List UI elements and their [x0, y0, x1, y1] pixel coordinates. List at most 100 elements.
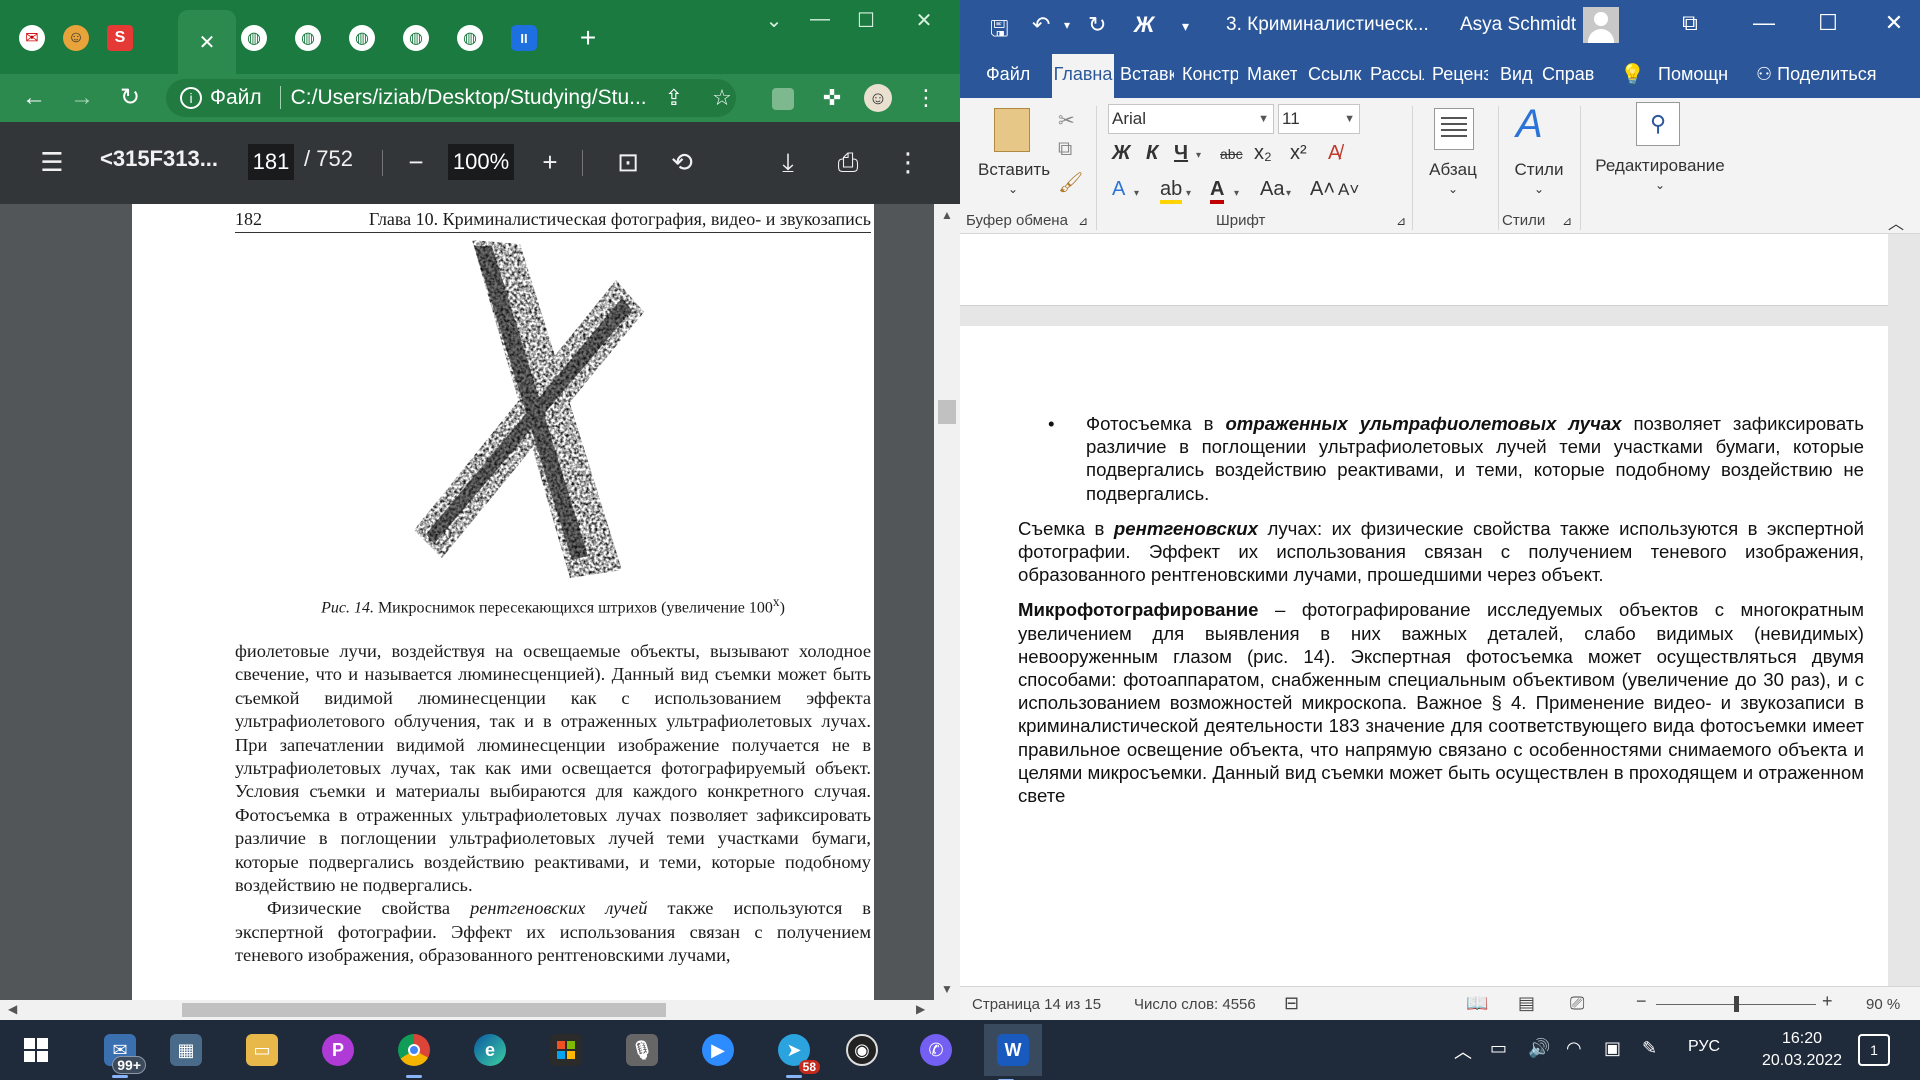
word-count-status[interactable]: Число слов: 4556	[1134, 996, 1256, 1013]
word-maximize-button[interactable]: ☐	[1808, 10, 1848, 36]
scrollbar-thumb[interactable]	[938, 400, 956, 424]
chrome-maximize-button[interactable]: ☐	[846, 8, 886, 33]
change-case-button[interactable]: Aa	[1260, 178, 1284, 201]
tab-globe-1[interactable]: ◍	[234, 18, 274, 58]
fit-page-icon[interactable]: ⊡	[608, 142, 648, 182]
print-layout-icon[interactable]: ▤	[1518, 993, 1535, 1014]
scroll-left-arrow-icon[interactable]: ◀	[8, 1002, 17, 1016]
scroll-right-arrow-icon[interactable]: ▶	[916, 1002, 925, 1016]
new-tab-button[interactable]: +	[568, 18, 608, 58]
pdf-page-input[interactable]: 181	[248, 144, 294, 180]
font-name-dropdown-icon[interactable]: ▼	[1258, 105, 1269, 133]
font-size-box[interactable]: 11 ▼	[1278, 104, 1360, 134]
underline-button[interactable]: Ч	[1174, 142, 1188, 165]
styles-button[interactable]: Стили	[1506, 160, 1572, 180]
forward-button[interactable]: →	[66, 82, 98, 114]
tab-globe-2[interactable]: ◍	[288, 18, 328, 58]
taskbar-telegram[interactable]: ➤ 58	[772, 1028, 820, 1078]
tab-review[interactable]: Реценз	[1432, 64, 1488, 85]
tray-overflow-icon[interactable]: ︿	[1454, 1038, 1472, 1064]
tab-view[interactable]: Вид	[1500, 64, 1534, 85]
tab-current-pdf[interactable]: ✕	[178, 10, 236, 74]
paste-clipboard-icon[interactable]	[994, 108, 1030, 152]
taskbar-zoom[interactable]: ▶	[696, 1028, 740, 1072]
taskbar-edge[interactable]: e	[468, 1028, 512, 1072]
editing-dropdown-icon[interactable]: ⌄	[1590, 178, 1730, 192]
chrome-menu-icon[interactable]: ⋮	[912, 84, 940, 112]
copy-icon[interactable]: ⧉	[1058, 138, 1072, 161]
pdf-more-icon[interactable]: ⋮	[888, 142, 928, 182]
share-button[interactable]: ⚇ Поделиться	[1756, 64, 1877, 85]
styles-launcher-icon[interactable]: ⊿	[1562, 214, 1572, 228]
focus-mode-icon[interactable]: ⊟	[1284, 993, 1299, 1014]
pdf-horizontal-scrollbar[interactable]: ◀ ▶	[0, 1000, 960, 1020]
tab-home[interactable]: Главна	[1052, 54, 1114, 98]
paste-dropdown-icon[interactable]: ⌄	[978, 182, 1048, 196]
taskbar-calculator[interactable]: ▦	[164, 1028, 208, 1072]
chrome-close-button[interactable]: ✕	[904, 8, 944, 33]
rotate-icon[interactable]: ⟲	[662, 142, 702, 182]
print-icon[interactable]: ⎙	[828, 142, 868, 182]
bookmark-star-icon[interactable]: ☆	[708, 84, 736, 112]
tab-globe-4[interactable]: ◍	[396, 18, 436, 58]
collapse-ribbon-icon[interactable]: ︿	[1888, 210, 1904, 234]
subscript-button[interactable]: x₂	[1254, 142, 1272, 165]
tab-mailings[interactable]: Рассыл	[1370, 64, 1424, 85]
tab-help[interactable]: Справ	[1542, 64, 1602, 85]
cut-icon[interactable]: ✂	[1058, 108, 1075, 133]
tab-yandex-mail[interactable]: ✉	[12, 18, 52, 58]
paste-button[interactable]: Вставить	[978, 160, 1050, 180]
font-color-icon[interactable]: A	[1210, 178, 1225, 204]
chrome-chevron-icon[interactable]: ⌄	[754, 8, 794, 33]
scrollbar-thumb[interactable]	[182, 1003, 666, 1017]
document-page[interactable]: Фотосъемка в отраженных ультрафиолетовых…	[960, 326, 1888, 1020]
text-effects-dropdown-icon[interactable]: ▾	[1134, 188, 1139, 199]
strikethrough-button[interactable]: abc	[1220, 146, 1243, 162]
share-icon[interactable]: ⇪	[660, 84, 688, 112]
bold-quick-icon[interactable]: Ж	[1134, 12, 1154, 38]
font-name-box[interactable]: Arial ▼	[1108, 104, 1274, 134]
superscript-button[interactable]: x²	[1290, 142, 1307, 165]
ribbon-display-icon[interactable]: ⧉	[1670, 10, 1710, 36]
format-painter-icon[interactable]: 🖌	[1058, 170, 1083, 195]
extension-icon[interactable]	[772, 88, 794, 110]
zoom-in-icon[interactable]: +	[530, 142, 570, 182]
redo-icon[interactable]: ↻	[1088, 12, 1106, 38]
lightbulb-icon[interactable]: 💡	[1620, 62, 1645, 87]
scroll-up-arrow-icon[interactable]: ▲	[934, 208, 960, 222]
find-magnifier-icon[interactable]: ⚲	[1636, 102, 1680, 146]
zoom-in-button[interactable]: +	[1822, 991, 1833, 1012]
address-bar[interactable]: i Файл C:/Users/iziab/Desktop/Studying/Stu…	[166, 79, 736, 117]
clock[interactable]: 16:20 20.03.2022	[1760, 1028, 1844, 1072]
change-case-dropdown-icon[interactable]: ▾	[1286, 188, 1291, 199]
clipboard-launcher-icon[interactable]: ⊿	[1078, 214, 1088, 228]
word-minimize-button[interactable]: —	[1744, 10, 1784, 36]
undo-icon[interactable]: ↶	[1032, 12, 1050, 38]
paragraph-button[interactable]: Абзац	[1420, 160, 1486, 180]
close-tab-icon[interactable]: ✕	[199, 30, 216, 55]
word-vertical-scrollbar[interactable]	[1900, 234, 1920, 986]
text-effects-icon[interactable]: A	[1112, 178, 1125, 201]
word-close-button[interactable]: ✕	[1874, 10, 1914, 36]
clear-formatting-icon[interactable]: A̸	[1328, 142, 1341, 165]
customize-qat-icon[interactable]: ▾	[1182, 18, 1189, 35]
pdf-viewport[interactable]: 182 Глава 10. Криминалистическая фотогра…	[0, 204, 960, 1000]
page-count-status[interactable]: Страница 14 из 15	[972, 996, 1101, 1013]
tab-insert[interactable]: Вставк	[1120, 64, 1174, 85]
document-canvas[interactable]: Фотосъемка в отраженных ультрафиолетовых…	[960, 234, 1900, 1020]
save-icon[interactable]: 🖫	[990, 12, 1009, 50]
highlight-icon[interactable]: ab	[1160, 178, 1183, 204]
tab-file[interactable]: Файл	[986, 64, 1036, 85]
pen-icon[interactable]: ✎	[1642, 1038, 1657, 1059]
language-indicator[interactable]: РУС	[1688, 1038, 1720, 1056]
font-color-dropdown-icon[interactable]: ▾	[1234, 188, 1239, 199]
meet-now-icon[interactable]: ▣	[1604, 1038, 1621, 1059]
tab-globe-3[interactable]: ◍	[342, 18, 382, 58]
web-layout-icon[interactable]: ⎚	[1570, 993, 1584, 1014]
taskbar-explorer[interactable]: ▭	[240, 1028, 284, 1072]
tab-layout[interactable]: Макет	[1247, 64, 1297, 85]
taskbar-obs[interactable]: ◉	[840, 1028, 884, 1072]
tell-me-search[interactable]: Помощн	[1658, 64, 1728, 85]
chrome-minimize-button[interactable]: —	[800, 8, 840, 31]
font-size-dropdown-icon[interactable]: ▼	[1344, 105, 1355, 133]
